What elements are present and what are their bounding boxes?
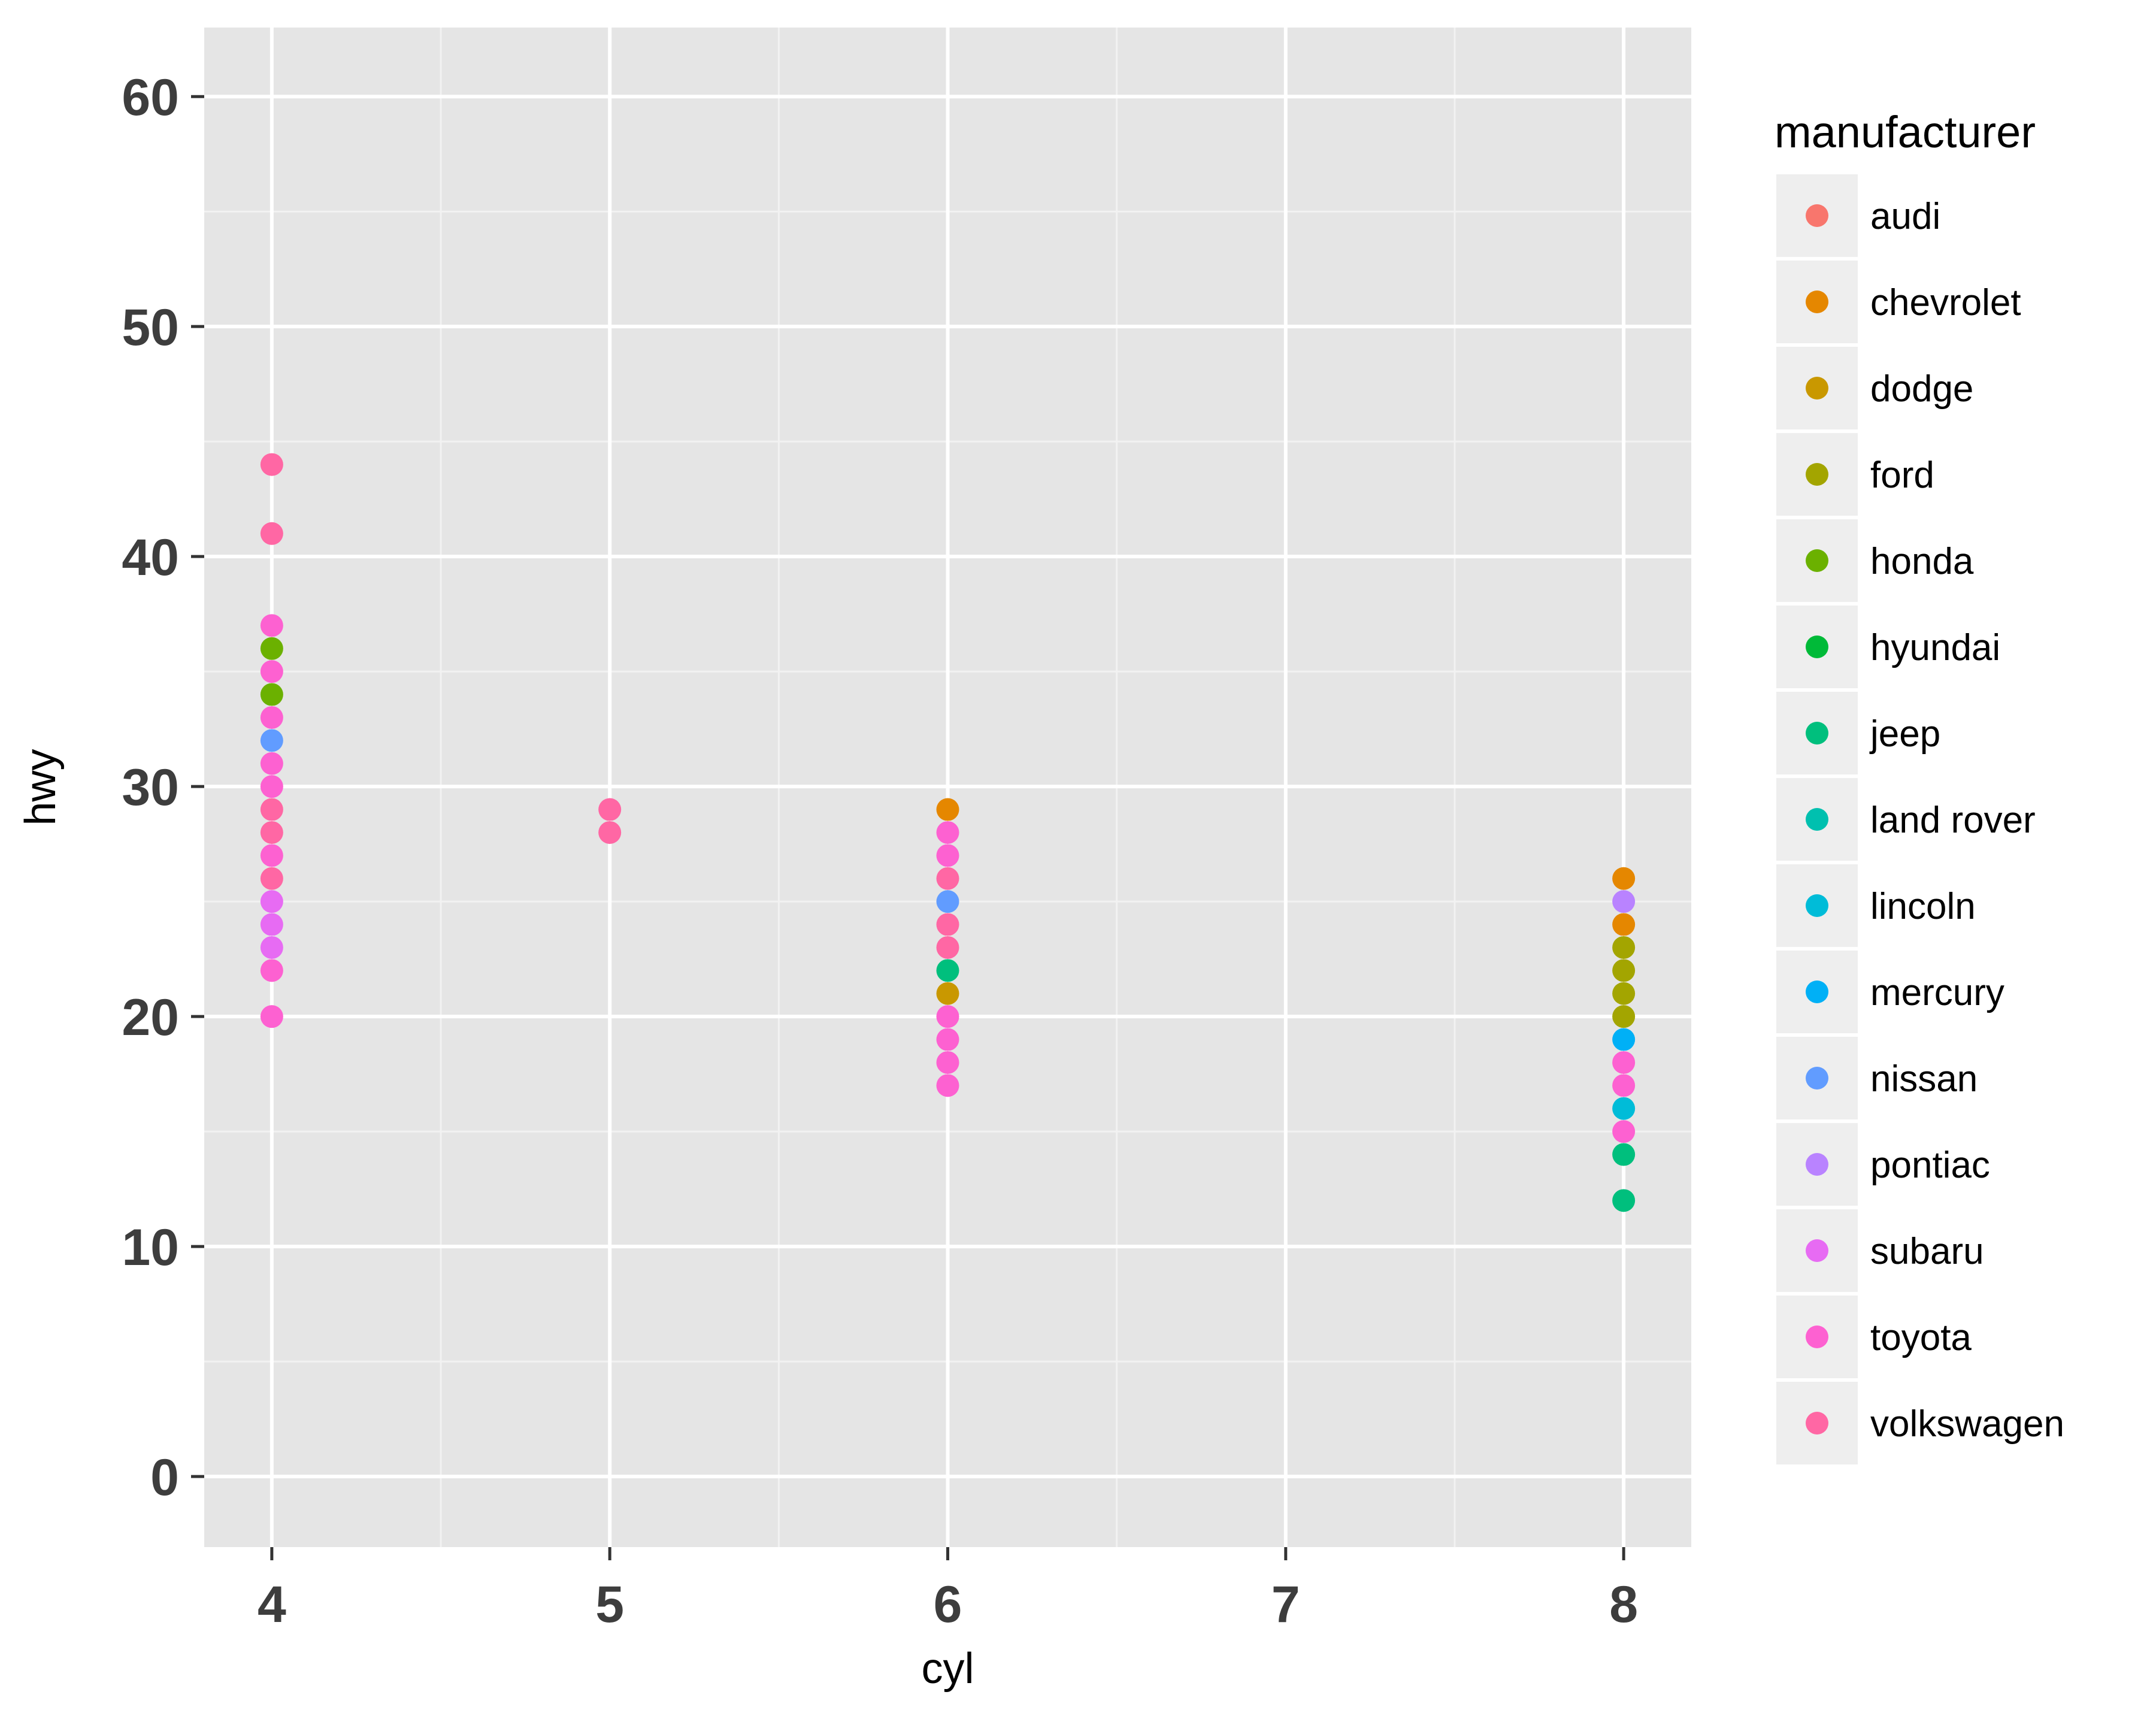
legend-title: manufacturer <box>1775 107 2036 157</box>
y-tick-label: 0 <box>150 1449 179 1506</box>
x-tick-label: 8 <box>1609 1576 1638 1633</box>
data-point-ford <box>1612 982 1636 1005</box>
legend-label-pontiac: pontiac <box>1870 1145 1990 1186</box>
x-tick-label: 7 <box>1271 1576 1300 1633</box>
legend-label-subaru: subaru <box>1870 1231 1984 1272</box>
data-point-toyota <box>1612 1120 1636 1143</box>
legend-swatch-land-rover <box>1806 808 1828 831</box>
legend-swatch-lincoln <box>1806 894 1828 917</box>
y-tick-label: 20 <box>122 989 179 1046</box>
data-point-volkswagen <box>598 798 622 821</box>
data-point-subaru <box>260 890 283 913</box>
data-point-volkswagen <box>598 821 622 844</box>
data-point-nissan <box>260 729 283 752</box>
data-point-toyota <box>260 614 283 637</box>
legend-swatch-volkswagen <box>1806 1412 1828 1435</box>
data-point-toyota <box>936 1028 959 1051</box>
legend-label-mercury: mercury <box>1870 972 2004 1013</box>
data-point-jeep <box>1612 1143 1636 1166</box>
y-tick-label: 30 <box>122 759 179 816</box>
data-point-subaru <box>260 936 283 959</box>
y-tick-label: 40 <box>122 529 179 586</box>
data-point-toyota <box>260 1005 283 1028</box>
legend-label-lincoln: lincoln <box>1870 886 1976 927</box>
data-point-volkswagen <box>936 936 959 959</box>
legend-label-nissan: nissan <box>1870 1058 1978 1100</box>
legend-swatch-mercury <box>1806 980 1828 1003</box>
legend-label-ford: ford <box>1870 455 1934 496</box>
legend-swatch-audi <box>1806 204 1828 227</box>
legend-label-toyota: toyota <box>1870 1317 1972 1358</box>
legend-swatch-pontiac <box>1806 1153 1828 1176</box>
legend-label-volkswagen: volkswagen <box>1870 1403 2064 1445</box>
data-point-honda <box>260 637 283 660</box>
data-point-toyota <box>936 844 959 867</box>
legend-swatch-toyota <box>1806 1325 1828 1348</box>
data-point-toyota <box>1612 1074 1636 1097</box>
y-tick-label: 10 <box>122 1219 179 1276</box>
legend: manufacturer audi chevrolet dodge ford honda… <box>1775 107 2064 1464</box>
data-point-toyota <box>260 844 283 867</box>
data-point-volkswagen <box>260 867 283 890</box>
data-point-chevrolet <box>1612 867 1636 890</box>
legend-swatch-honda <box>1806 549 1828 572</box>
data-point-lincoln <box>1612 1097 1636 1120</box>
data-point-ford <box>1612 1005 1636 1028</box>
data-point-subaru <box>260 913 283 936</box>
x-tick-label: 4 <box>258 1576 286 1633</box>
x-tick-label: 5 <box>595 1576 624 1633</box>
data-point-honda <box>260 683 283 706</box>
legend-swatch-dodge <box>1806 377 1828 400</box>
data-point-dodge <box>936 982 959 1005</box>
legend-label-dodge: dodge <box>1870 368 1973 410</box>
x-axis-title: cyl <box>922 1645 974 1693</box>
data-point-toyota <box>260 752 283 775</box>
legend-swatch-ford <box>1806 463 1828 486</box>
data-point-toyota <box>936 821 959 844</box>
data-point-mercury <box>1612 1028 1636 1051</box>
data-point-volkswagen <box>936 913 959 936</box>
data-point-pontiac <box>1612 890 1636 913</box>
data-point-chevrolet <box>1612 913 1636 936</box>
data-point-chevrolet <box>936 798 959 821</box>
legend-label-hyundai: hyundai <box>1870 627 2000 668</box>
data-point-volkswagen <box>936 867 959 890</box>
data-point-volkswagen <box>260 453 283 476</box>
data-point-toyota <box>260 660 283 683</box>
data-point-volkswagen <box>260 798 283 821</box>
data-point-ford <box>1612 959 1636 982</box>
legend-swatch-nissan <box>1806 1067 1828 1090</box>
data-point-toyota <box>260 959 283 982</box>
data-point-jeep <box>936 959 959 982</box>
x-tick-label: 6 <box>934 1576 962 1633</box>
data-point-nissan <box>936 890 959 913</box>
y-axis-title: hwy <box>17 749 65 825</box>
legend-swatch-jeep <box>1806 722 1828 745</box>
legend-swatch-subaru <box>1806 1239 1828 1262</box>
data-point-toyota <box>260 775 283 798</box>
y-tick-label: 50 <box>122 299 179 356</box>
legend-swatch-chevrolet <box>1806 290 1828 313</box>
data-point-toyota <box>1612 1051 1636 1074</box>
data-point-jeep <box>1612 1189 1636 1212</box>
legend-swatch-hyundai <box>1806 635 1828 658</box>
legend-label-land-rover: land rover <box>1870 800 2036 841</box>
data-point-ford <box>1612 936 1636 959</box>
y-tick-label: 60 <box>122 69 179 126</box>
legend-label-honda: honda <box>1870 541 1974 582</box>
legend-label-audi: audi <box>1870 196 1940 237</box>
legend-label-chevrolet: chevrolet <box>1870 282 2021 323</box>
data-point-toyota <box>936 1005 959 1028</box>
scatter-chart: 4 5 6 7 8 0 10 20 30 40 50 60 cyl hwy manufacturer … <box>17 28 2064 1693</box>
data-point-volkswagen <box>260 522 283 545</box>
legend-label-jeep: jeep <box>1869 713 1940 755</box>
data-point-toyota <box>936 1074 959 1097</box>
data-point-toyota <box>260 706 283 729</box>
data-point-toyota <box>936 1051 959 1074</box>
data-point-volkswagen <box>260 821 283 844</box>
